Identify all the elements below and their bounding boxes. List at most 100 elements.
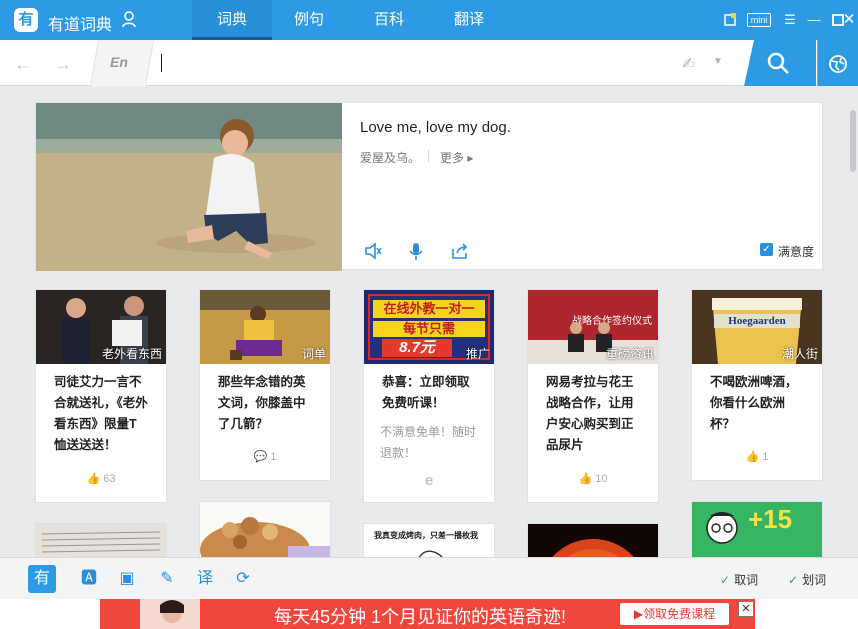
card-tag: 推广 — [465, 347, 490, 361]
comment-count: 1 — [270, 451, 277, 463]
tab-label: 例句 — [293, 11, 324, 28]
document-translate-icon[interactable]: ✎ — [153, 565, 181, 593]
youdao-logo-icon[interactable]: 有 — [14, 8, 38, 32]
select-word-toggle[interactable]: ✓ 划词 — [788, 571, 826, 588]
thumb-up-icon[interactable]: 👍 — [86, 473, 100, 485]
check-icon: ✓ — [720, 573, 731, 587]
minimize-icon[interactable]: — — [806, 12, 822, 28]
search-icon — [767, 52, 789, 74]
more-link[interactable]: 更多 ▸ — [440, 149, 473, 166]
search-button[interactable] — [744, 40, 816, 86]
card-image: 战略合作签约仪式 重磅资讯 — [528, 290, 658, 364]
feed-card-ad[interactable]: 在线外教一对一 每节只需 8.7元 推广 恭喜：立即领取免费听课！ 不满意免单！… — [363, 289, 495, 503]
e-logo-icon: e — [424, 472, 434, 489]
feed-card[interactable]: 词单 那些年念错的英文词，你膝盖中了几箭？ 💬 1 — [199, 289, 331, 481]
card-title: 网易考拉与花王战略合作，让用户安心购买到正品尿片 — [546, 375, 634, 452]
card-footer: 👍 1 — [692, 450, 822, 463]
like-count: 63 — [103, 473, 116, 485]
feed-card[interactable]: +15 — [691, 501, 823, 557]
daily-sentence[interactable]: Love me, love my dog. — [360, 119, 511, 136]
satisfaction-checkbox[interactable]: ✓ — [760, 243, 773, 256]
divider — [428, 150, 429, 162]
card-image: 老外看东西 — [36, 290, 166, 364]
mini-mode-button[interactable]: mini — [747, 13, 771, 27]
cartoon-boy-drawing — [706, 512, 738, 544]
card-title: 恭喜：立即领取免费听课！ — [382, 375, 470, 410]
feed-card[interactable] — [199, 501, 331, 557]
thumb-up-icon[interactable]: 👍 — [746, 451, 760, 463]
tab-label: 翻译 — [453, 11, 484, 28]
search-input[interactable] — [166, 48, 666, 78]
online-translate-button[interactable] — [817, 40, 858, 86]
check-icon: ✓ — [788, 573, 799, 587]
forward-arrow-icon[interactable]: → — [54, 54, 72, 75]
skin-icon[interactable] — [722, 12, 738, 28]
screen-word-toggle[interactable]: ✓ 取词 — [720, 571, 758, 588]
feed-card[interactable]: 老外看东西 司徒艾力一言不合就送礼，《老外看东西》限量T恤送送送！ 👍 63 — [35, 289, 167, 503]
more-label: 更多 — [440, 151, 465, 165]
sun-photo — [528, 524, 658, 557]
satisfaction-label: 满意度 — [778, 245, 815, 259]
beer-brand-text: Hoegaarden — [728, 315, 786, 327]
chevron-down-icon[interactable]: ▼ — [713, 56, 723, 67]
bottom-toolbar: 有 🅰 ▣ ✎ 译 ⟳ ✓ 取词 ✓ 划词 — [0, 557, 858, 599]
title-bar: 有 有道词典 词典 例句 百科 翻译 mini ☰ — ✕ — [0, 0, 858, 40]
card-title: 司徒艾力一言不合就送礼，《老外看东西》限量T恤送送送！ — [54, 375, 148, 452]
translate-icon[interactable]: 译 — [191, 565, 219, 593]
feed-card[interactable] — [527, 523, 659, 557]
dictionary-home-icon[interactable]: 有 — [28, 565, 56, 593]
card-image: 在线外教一对一 每节只需 8.7元 推广 — [364, 290, 494, 364]
feed-card[interactable]: 我真变成烤肉，只差一播枚我 — [363, 523, 495, 557]
daily-photo[interactable] — [36, 103, 342, 271]
card-text: 我真变成烤肉，只差一播枚我 — [374, 531, 478, 540]
share-icon[interactable] — [450, 241, 470, 261]
card-subtitle: 不满意免单！随时退款！ — [380, 425, 477, 460]
handwriting-icon[interactable]: ✍ — [682, 54, 695, 74]
card-tag: 潮人街 — [781, 347, 818, 361]
close-icon[interactable]: ✕ — [840, 12, 858, 28]
ad-cta-button[interactable]: ▶领取免费课程 — [620, 603, 729, 625]
scrollbar-thumb[interactable] — [850, 110, 856, 172]
ad-right-area — [755, 599, 858, 629]
content-area: Love me, love my dog. 爱屋及乌。 更多 ▸ ✓ 满意度 老… — [0, 87, 848, 557]
card-footer: 💬 1 — [200, 450, 330, 463]
card-image: Hoegaarden 潮人街 — [692, 290, 822, 364]
ad-price: 8.7元 — [382, 339, 452, 357]
app-name: 有道词典 — [48, 17, 113, 34]
daily-translation: 爱屋及乌。 — [360, 151, 421, 165]
sync-icon[interactable]: ⟳ — [229, 565, 257, 593]
select-word-label: 划词 — [802, 573, 827, 587]
word-book-icon[interactable]: 🅰 — [75, 565, 103, 593]
card-tag: 重磅资讯 — [605, 347, 654, 361]
card-tag: 老外看东西 — [101, 347, 162, 361]
speaker-icon[interactable] — [363, 241, 383, 261]
tab-dictionary[interactable]: 词典 — [192, 0, 272, 40]
card-title: 不喝欧洲啤酒，你看什么欧洲杯？ — [710, 375, 798, 431]
tab-translate[interactable]: 翻译 — [429, 0, 509, 40]
ad-left-area — [0, 599, 100, 629]
back-arrow-icon[interactable]: ← — [14, 54, 32, 75]
ad-person-photo — [140, 599, 200, 629]
ad-banner[interactable]: 每天45分钟 1个月见证你的英语奇迹! ▶领取免费课程 — [100, 599, 755, 629]
card-image: 词单 — [200, 290, 330, 364]
image-translate-icon[interactable]: ▣ — [113, 565, 141, 593]
ad-close-icon[interactable]: ✕ — [738, 601, 754, 617]
card-text: +15 — [748, 504, 793, 534]
ad-line-2: 每节只需 — [373, 321, 485, 337]
open-book-photo — [36, 524, 166, 557]
feed-card[interactable]: Hoegaarden 潮人街 不喝欧洲啤酒，你看什么欧洲杯？ 👍 1 — [691, 289, 823, 481]
text-caret — [161, 54, 162, 72]
tab-encyclopedia[interactable]: 百科 — [349, 0, 429, 40]
menu-icon[interactable]: ☰ — [782, 12, 798, 28]
tab-examples[interactable]: 例句 — [269, 0, 349, 40]
feed-card[interactable]: 战略合作签约仪式 重磅资讯 网易考拉与花王战略合作，让用户安心购买到正品尿片 👍… — [527, 289, 659, 503]
user-icon[interactable] — [121, 10, 137, 28]
thumb-up-icon[interactable]: 👍 — [578, 473, 592, 485]
feed-card[interactable] — [35, 523, 167, 557]
cartoon-drawing — [418, 550, 443, 557]
comment-icon[interactable]: 💬 — [254, 451, 268, 463]
microphone-icon[interactable] — [406, 241, 426, 261]
nuts-bowl-photo — [200, 502, 330, 557]
boy-on-beach-image — [36, 103, 342, 271]
like-count: 1 — [762, 451, 769, 463]
